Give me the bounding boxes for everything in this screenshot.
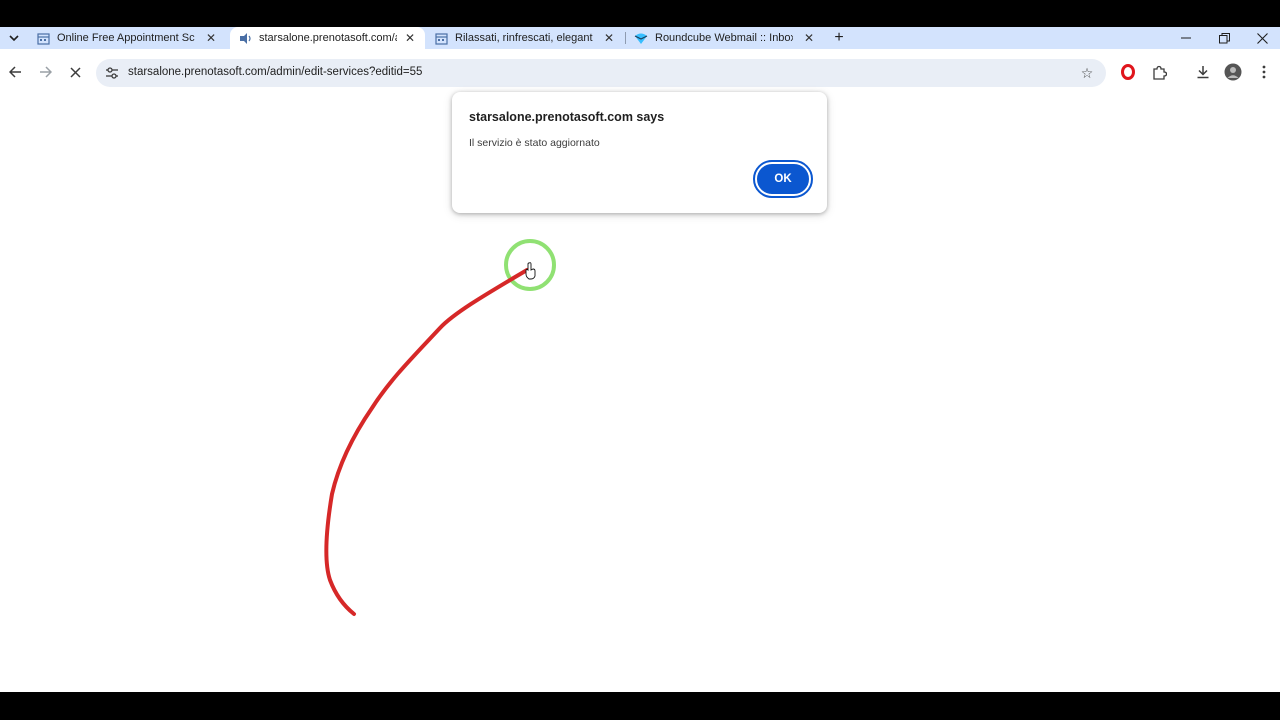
- tab-title: Online Free Appointment Sche: [57, 32, 195, 44]
- calendar-icon: [36, 31, 50, 45]
- extensions-puzzle-icon[interactable]: [1148, 61, 1170, 83]
- profile-avatar-icon[interactable]: [1222, 61, 1244, 83]
- tab-strip: Online Free Appointment Sche ✕ starsalon…: [0, 27, 1280, 49]
- media-icon: [238, 31, 252, 45]
- tab-title: Rilassati, rinfrescati, eleganti || I: [455, 32, 593, 44]
- close-tab-icon[interactable]: ✕: [602, 31, 616, 45]
- restore-icon[interactable]: [1204, 27, 1244, 49]
- tab-rilassati[interactable]: Rilassati, rinfrescati, eleganti || I ✕: [426, 27, 624, 49]
- ok-button[interactable]: OK: [753, 160, 813, 198]
- bookmark-star-icon[interactable]: ☆: [1078, 64, 1096, 82]
- forward-arrow-icon[interactable]: [34, 61, 56, 83]
- tab-starsalone-admin[interactable]: starsalone.prenotasoft.com/ad ✕: [230, 27, 425, 49]
- tab-title: starsalone.prenotasoft.com/ad: [259, 32, 397, 44]
- url-text[interactable]: starsalone.prenotasoft.com/admin/edit-se…: [128, 66, 422, 78]
- new-tab-icon[interactable]: +: [830, 28, 848, 48]
- tab-online-appointment[interactable]: Online Free Appointment Sche ✕: [28, 27, 226, 49]
- address-bar[interactable]: starsalone.prenotasoft.com/admin/edit-se…: [96, 59, 1106, 87]
- stop-loading-icon[interactable]: [64, 61, 86, 83]
- minimize-icon[interactable]: [1166, 27, 1206, 49]
- tab-roundcube[interactable]: Roundcube Webmail :: Inbox ✕: [626, 27, 824, 49]
- dialog-title: starsalone.prenotasoft.com says: [469, 110, 665, 124]
- close-tab-icon[interactable]: ✕: [802, 31, 816, 45]
- tab-title: Roundcube Webmail :: Inbox: [655, 32, 793, 44]
- back-arrow-icon[interactable]: [4, 61, 26, 83]
- close-window-icon[interactable]: [1242, 27, 1280, 49]
- close-tab-icon[interactable]: ✕: [403, 31, 417, 45]
- opera-extension-icon[interactable]: [1117, 61, 1139, 83]
- letterbox-top: [0, 0, 1280, 27]
- menu-kebab-icon[interactable]: [1253, 61, 1275, 83]
- download-icon[interactable]: [1192, 61, 1214, 83]
- calendar-icon: [434, 31, 448, 45]
- browser-chrome: Online Free Appointment Sche ✕ starsalon…: [0, 27, 1280, 93]
- close-tab-icon[interactable]: ✕: [204, 31, 218, 45]
- alert-dialog: starsalone.prenotasoft.com says Il servi…: [452, 92, 827, 213]
- letterbox-bottom: [0, 692, 1280, 720]
- tab-search-icon[interactable]: [4, 29, 24, 47]
- site-info-icon[interactable]: [104, 65, 120, 81]
- browser-toolbar: starsalone.prenotasoft.com/admin/edit-se…: [0, 49, 1280, 93]
- dialog-message: Il servizio è stato aggiornato: [469, 137, 600, 149]
- roundcube-icon: [634, 31, 648, 45]
